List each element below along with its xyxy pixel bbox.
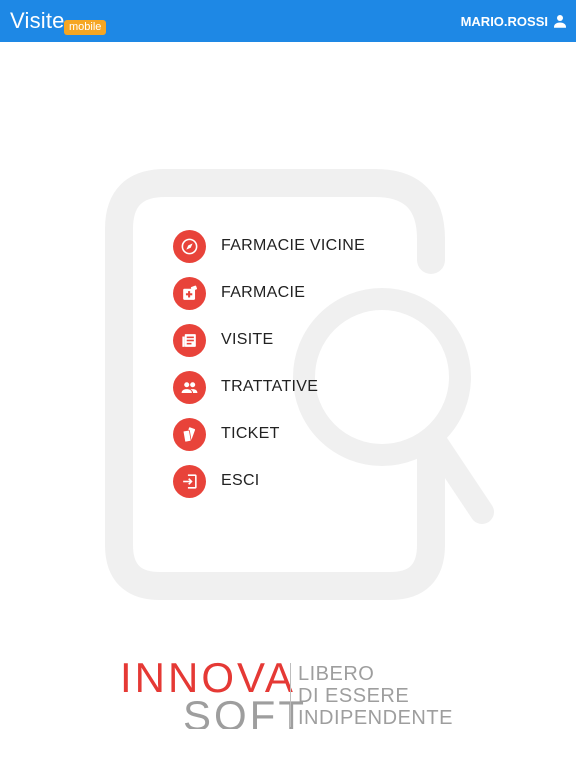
logo-brand-soft: SOFT [183,693,307,729]
people-icon [173,370,206,404]
logo-tagline: LIBERO DI ESSERE INDIPENDENTE [298,663,453,729]
menu-item-farmacie[interactable]: FARMACIE [173,275,413,311]
innovasoft-logo: INNOVA SOFT LIBERO DI ESSERE INDIPENDENT… [120,655,460,730]
menu-label: TICKET [221,425,280,442]
menu-label: FARMACIE [221,284,306,301]
logo-tagline-line: DI ESSERE [298,685,410,707]
menu-label: FARMACIE VICINE [221,237,366,254]
menu-item-esci[interactable]: ESCI [173,463,413,499]
ticket-icon [173,417,206,451]
news-icon [173,323,206,357]
menu-label: ESCI [221,472,260,489]
menu-label: VISITE [221,331,274,348]
logo-divider [290,663,291,727]
menu-item-farmacie-vicine[interactable]: FARMACIE VICINE [173,228,413,264]
menu-item-trattative[interactable]: TRATTATIVE [173,369,413,405]
menu-item-visite[interactable]: VISITE [173,322,413,358]
logo-tagline-line: INDIPENDENTE [298,707,453,729]
exit-icon [173,464,206,498]
menu-label: TRATTATIVE [221,378,319,395]
compass-icon [173,229,206,263]
pharmacy-icon [173,276,206,310]
menu-item-ticket[interactable]: TICKET [173,416,413,452]
logo-tagline-line: LIBERO [298,663,375,685]
